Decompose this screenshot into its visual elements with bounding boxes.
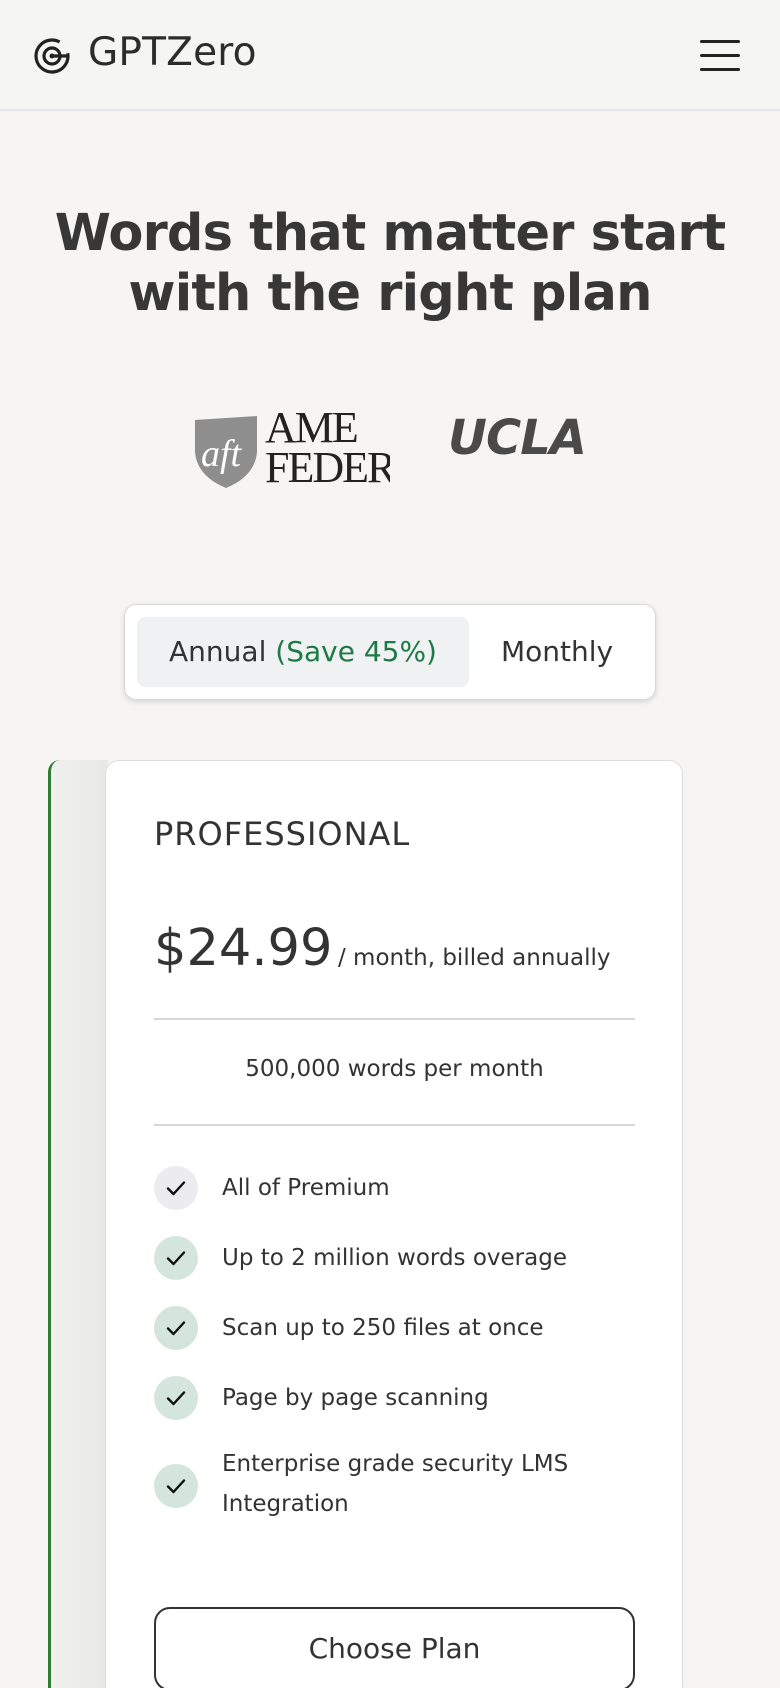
check-icon: [154, 1376, 198, 1420]
top-nav-bar: GPTZero: [0, 0, 780, 111]
feature-text: Scan up to 250 files at once: [222, 1315, 544, 1341]
gptzero-logo-icon[interactable]: [32, 36, 72, 76]
aft-logo: aft AME FEDER: [195, 404, 390, 488]
menu-line: [700, 54, 740, 57]
annual-option[interactable]: Annual (Save 45%): [137, 617, 469, 687]
plan-price: $24.99: [154, 919, 333, 978]
check-icon: [154, 1306, 198, 1350]
divider: [154, 1124, 635, 1126]
divider: [154, 1018, 635, 1020]
hamburger-menu-icon[interactable]: [698, 38, 742, 74]
svg-text:FEDER: FEDER: [265, 443, 390, 488]
monthly-option[interactable]: Monthly: [469, 617, 645, 687]
feature-text: Page by page scanning: [222, 1385, 489, 1411]
page-title: Words that matter start with the right p…: [54, 204, 726, 323]
feature-text: All of Premium: [222, 1175, 390, 1201]
check-icon: [154, 1166, 198, 1210]
word-limit: 500,000 words per month: [245, 1056, 544, 1082]
billing-period-toggle: Annual (Save 45%) Monthly: [124, 604, 656, 700]
check-icon: [154, 1464, 198, 1508]
menu-line: [700, 68, 740, 71]
feature-text: Enterprise grade security LMS Integratio…: [222, 1451, 569, 1517]
brand-name[interactable]: GPTZero: [88, 30, 257, 75]
check-icon: [154, 1236, 198, 1280]
plan-name: PROFESSIONAL: [154, 815, 411, 853]
annual-label: Annual: [169, 635, 267, 668]
plan-card-professional: PROFESSIONAL $24.99 / month, billed annu…: [105, 760, 683, 1688]
feature-text: Up to 2 million words overage: [222, 1245, 567, 1271]
annual-savings-badge: (Save 45%): [275, 635, 437, 668]
choose-plan-button[interactable]: Choose Plan: [154, 1607, 635, 1688]
ucla-logo: UCLA: [448, 410, 587, 466]
menu-line: [700, 40, 740, 43]
billing-period-text: / month, billed annually: [338, 945, 611, 971]
previous-plan-card[interactable]: [48, 760, 108, 1688]
svg-text:aft: aft: [201, 433, 243, 475]
